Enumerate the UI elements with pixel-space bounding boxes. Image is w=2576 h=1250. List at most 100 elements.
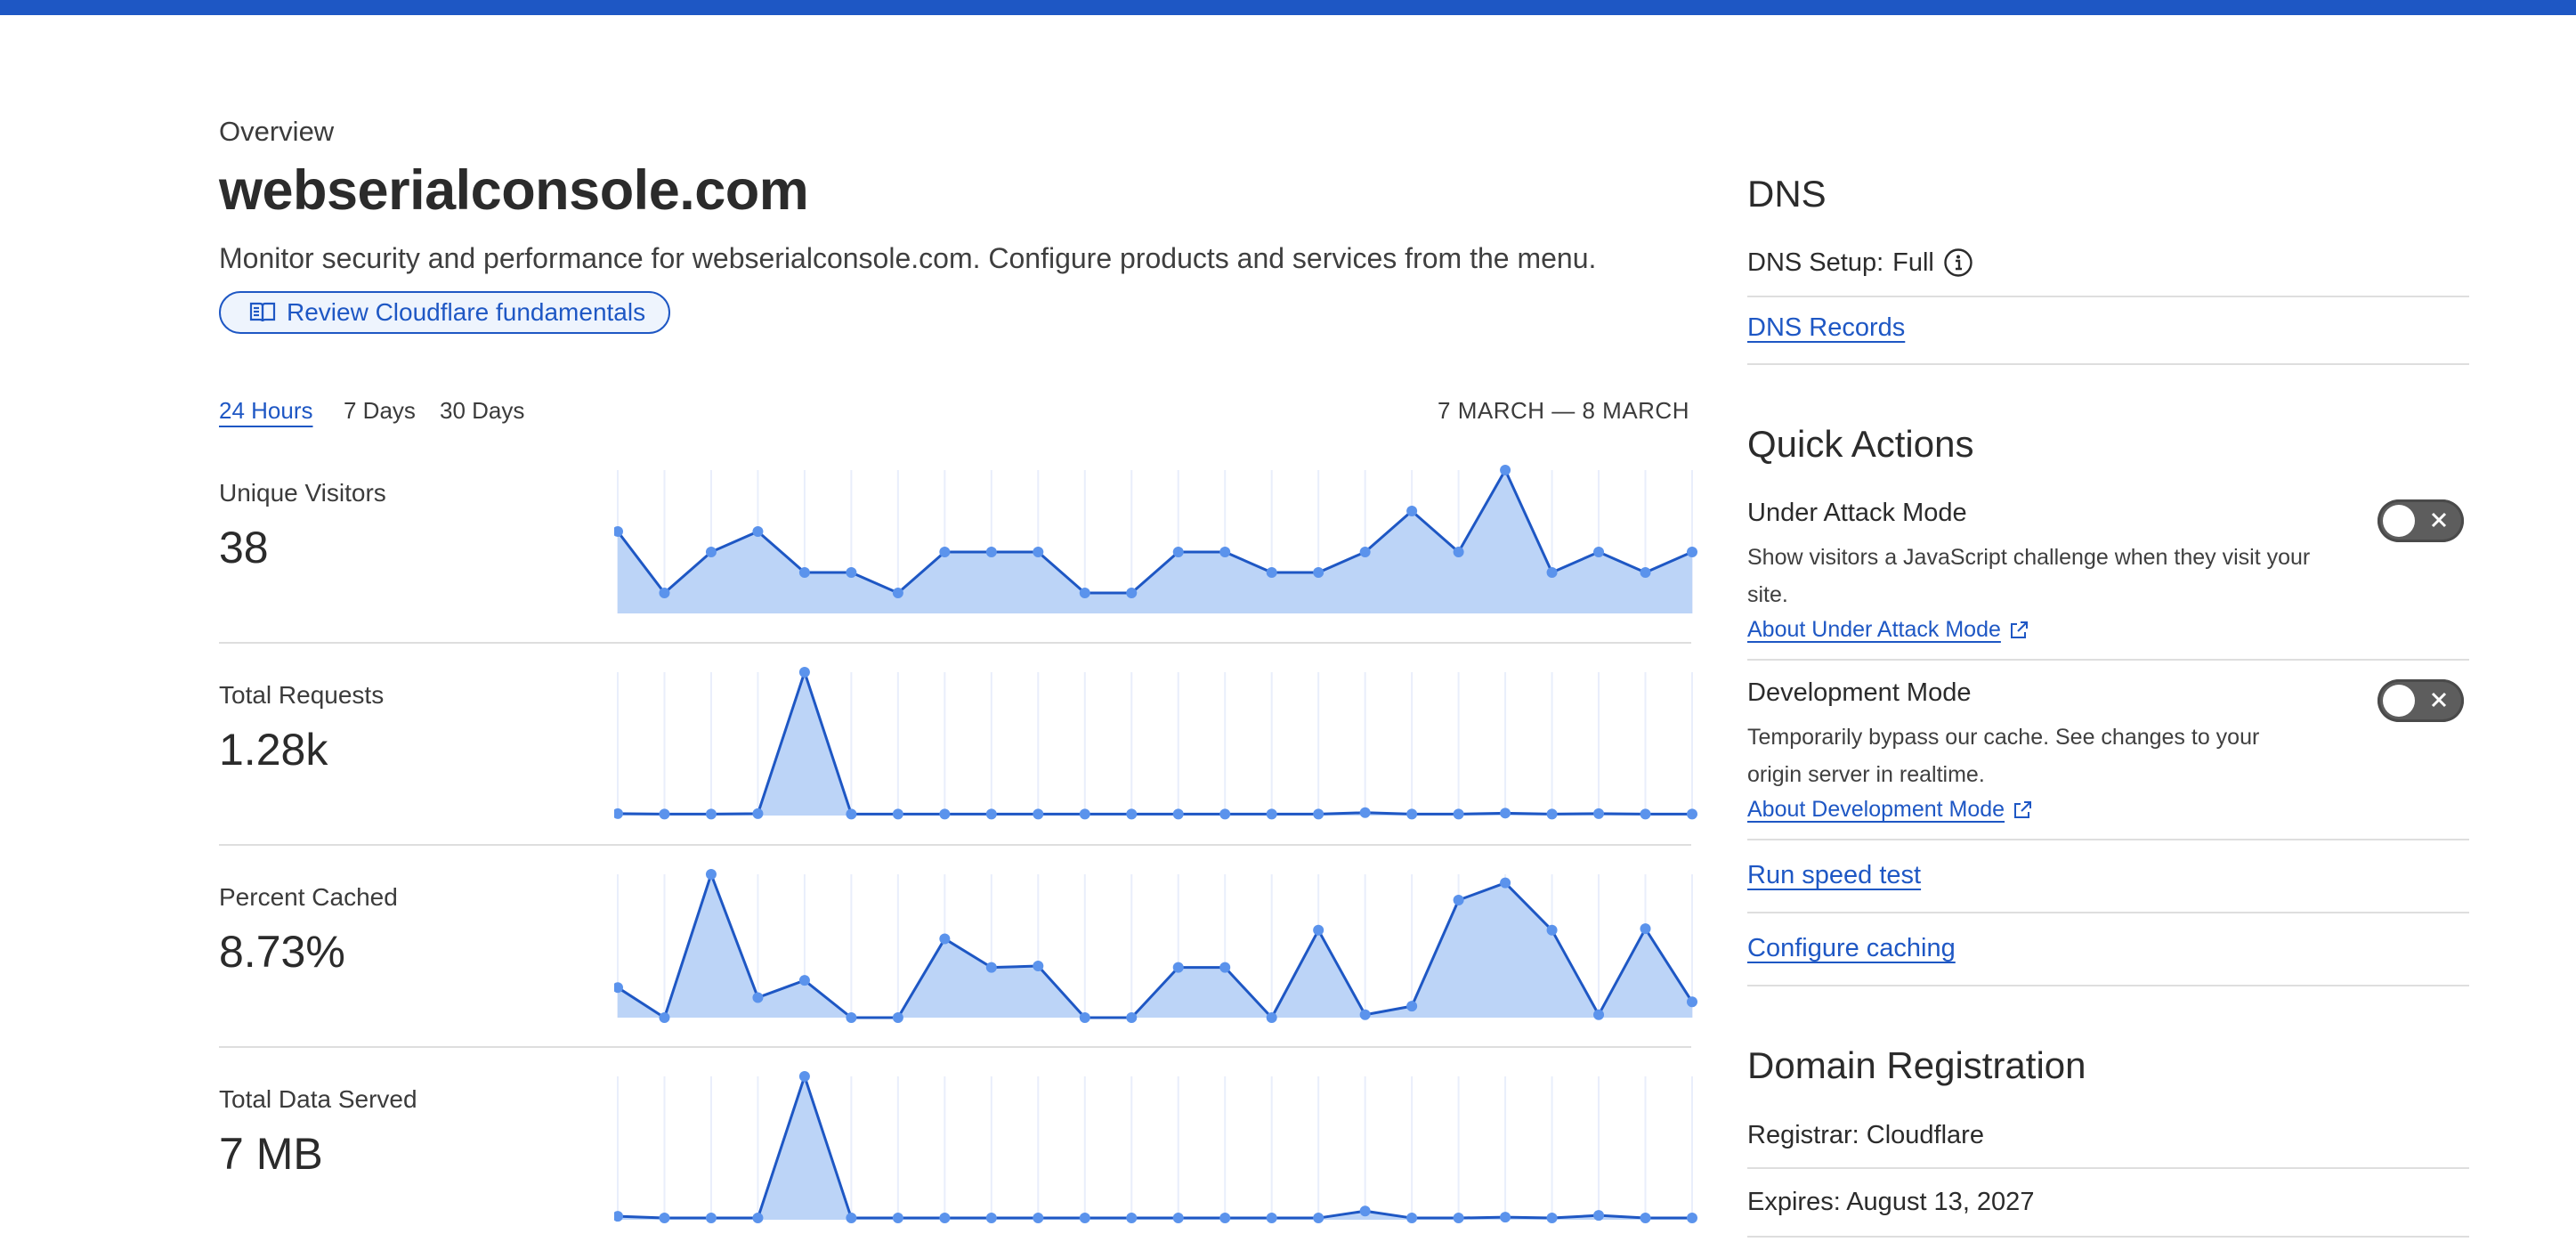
chart-point[interactable] bbox=[1546, 924, 1558, 936]
chart-point[interactable] bbox=[1640, 923, 1651, 935]
chart-point[interactable] bbox=[846, 808, 857, 820]
chart-point[interactable] bbox=[1172, 1213, 1184, 1224]
chart-point[interactable] bbox=[1406, 808, 1418, 820]
chart-point[interactable] bbox=[659, 808, 670, 820]
chart-point[interactable] bbox=[1593, 1210, 1605, 1222]
chart-point[interactable] bbox=[892, 808, 903, 820]
chart-point[interactable] bbox=[939, 808, 951, 820]
chart-point[interactable] bbox=[1266, 567, 1277, 578]
chart-point[interactable] bbox=[1453, 547, 1464, 557]
review-fundamentals-button[interactable]: Review Cloudflare fundamentals bbox=[219, 291, 671, 334]
chart-point[interactable] bbox=[1687, 547, 1697, 557]
chart-point[interactable] bbox=[1033, 808, 1044, 820]
chart-point[interactable] bbox=[1359, 807, 1371, 818]
chart-point[interactable] bbox=[659, 1213, 670, 1224]
chart-point[interactable] bbox=[1079, 1012, 1090, 1023]
chart-point[interactable] bbox=[1172, 962, 1184, 973]
chart-point[interactable] bbox=[846, 1213, 857, 1224]
chart-point[interactable] bbox=[892, 1213, 903, 1224]
chart-point[interactable] bbox=[1313, 567, 1324, 578]
chart-point[interactable] bbox=[1546, 1213, 1558, 1224]
under-attack-toggle[interactable] bbox=[2378, 499, 2464, 542]
chart-point[interactable] bbox=[892, 1012, 903, 1023]
chart-point[interactable] bbox=[1640, 808, 1651, 820]
chart-point[interactable] bbox=[1126, 808, 1138, 820]
chart-point[interactable] bbox=[985, 1213, 997, 1224]
chart-point[interactable] bbox=[752, 992, 764, 1003]
chart-point[interactable] bbox=[1172, 547, 1184, 557]
chart-point[interactable] bbox=[1500, 808, 1511, 819]
chart-point[interactable] bbox=[752, 526, 764, 537]
chart-point[interactable] bbox=[985, 547, 997, 557]
about-development-mode-link[interactable]: About Development Mode bbox=[1747, 797, 2033, 823]
chart-point[interactable] bbox=[939, 547, 951, 557]
chart-point[interactable] bbox=[1359, 1205, 1371, 1217]
chart-point[interactable] bbox=[1500, 465, 1511, 475]
chart-point[interactable] bbox=[1219, 547, 1231, 557]
chart-point[interactable] bbox=[985, 808, 997, 820]
chart-point[interactable] bbox=[1593, 547, 1605, 557]
chart-point[interactable] bbox=[798, 975, 810, 986]
chart-point[interactable] bbox=[1500, 1212, 1511, 1223]
chart-point[interactable] bbox=[1593, 808, 1605, 819]
chart-point[interactable] bbox=[752, 1213, 764, 1224]
chart-point[interactable] bbox=[1687, 996, 1697, 1008]
chart-point[interactable] bbox=[798, 667, 810, 678]
chart-point[interactable] bbox=[1266, 1012, 1277, 1023]
chart-point[interactable] bbox=[1687, 1213, 1697, 1224]
chart-point[interactable] bbox=[1079, 1213, 1090, 1224]
chart-point[interactable] bbox=[1359, 547, 1371, 557]
chart-point[interactable] bbox=[1453, 1213, 1464, 1224]
chart-point[interactable] bbox=[1313, 808, 1324, 820]
chart-point[interactable] bbox=[752, 808, 764, 819]
info-icon[interactable] bbox=[1943, 248, 1973, 278]
chart-point[interactable] bbox=[1640, 1213, 1651, 1224]
chart-point[interactable] bbox=[798, 1071, 810, 1082]
chart-point[interactable] bbox=[892, 588, 903, 598]
chart-point[interactable] bbox=[705, 1213, 717, 1224]
chart-point[interactable] bbox=[1172, 808, 1184, 820]
chart-point[interactable] bbox=[705, 808, 717, 820]
chart-point[interactable] bbox=[1079, 808, 1090, 820]
chart-point[interactable] bbox=[1453, 894, 1464, 905]
dns-records-link[interactable]: DNS Records bbox=[1747, 313, 1905, 342]
chart-point[interactable] bbox=[939, 1213, 951, 1224]
tab-7-days[interactable]: 7 Days bbox=[344, 397, 416, 425]
chart-point[interactable] bbox=[1406, 1213, 1418, 1224]
chart-point[interactable] bbox=[1546, 808, 1558, 820]
chart-point[interactable] bbox=[1266, 808, 1277, 820]
chart-point[interactable] bbox=[1500, 877, 1511, 889]
chart-point[interactable] bbox=[1313, 1213, 1324, 1224]
chart-point[interactable] bbox=[846, 567, 857, 578]
tab-24-hours[interactable]: 24 Hours bbox=[219, 397, 313, 425]
chart-point[interactable] bbox=[846, 1012, 857, 1023]
chart-point[interactable] bbox=[1406, 506, 1418, 516]
chart-point[interactable] bbox=[1126, 1012, 1138, 1023]
chart-point[interactable] bbox=[705, 869, 717, 880]
chart-point[interactable] bbox=[1453, 808, 1464, 820]
chart-point[interactable] bbox=[1033, 1213, 1044, 1224]
chart-point[interactable] bbox=[1546, 567, 1558, 578]
chart-point[interactable] bbox=[659, 1012, 670, 1023]
chart-point[interactable] bbox=[614, 808, 623, 819]
chart-point[interactable] bbox=[939, 933, 951, 945]
development-mode-toggle[interactable] bbox=[2378, 679, 2464, 722]
chart-point[interactable] bbox=[1640, 567, 1651, 578]
chart-point[interactable] bbox=[1219, 962, 1231, 973]
tab-30-days[interactable]: 30 Days bbox=[440, 397, 524, 425]
chart-point[interactable] bbox=[1219, 808, 1231, 820]
chart-point[interactable] bbox=[1593, 1009, 1605, 1020]
chart-point[interactable] bbox=[659, 588, 670, 598]
chart-point[interactable] bbox=[798, 567, 810, 578]
chart-point[interactable] bbox=[614, 1211, 623, 1222]
chart-point[interactable] bbox=[1687, 808, 1697, 820]
chart-point[interactable] bbox=[1079, 588, 1090, 598]
chart-point[interactable] bbox=[985, 962, 997, 973]
chart-point[interactable] bbox=[1126, 1213, 1138, 1224]
chart-point[interactable] bbox=[1359, 1009, 1371, 1020]
chart-point[interactable] bbox=[1033, 961, 1044, 972]
chart-point[interactable] bbox=[1033, 547, 1044, 557]
run-speed-test-link[interactable]: Run speed test bbox=[1747, 861, 1921, 889]
chart-point[interactable] bbox=[705, 547, 717, 557]
about-under-attack-link[interactable]: About Under Attack Mode bbox=[1747, 617, 2029, 643]
